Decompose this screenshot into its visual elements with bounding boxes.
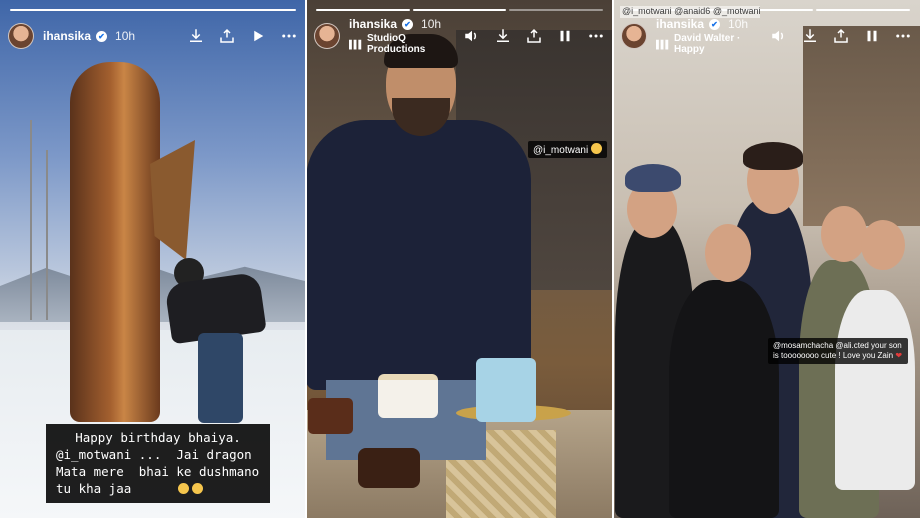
wooden-dragon-sculpture — [70, 62, 160, 422]
download-icon[interactable] — [801, 27, 819, 45]
laughing-emoji-icon — [192, 483, 204, 494]
pause-icon[interactable] — [556, 27, 574, 45]
stories-collage: ihansika ✔ 10h Happy birthday bhaiya. @i… — [0, 0, 920, 518]
story-progress — [316, 9, 604, 11]
story-controls — [770, 27, 912, 45]
bare-tree — [46, 150, 48, 320]
story-caption: Happy birthday bhaiya. @i_motwani ... Ja… — [46, 424, 270, 503]
username[interactable]: ihansika — [656, 17, 704, 31]
verified-badge-icon: ✔ — [402, 18, 414, 30]
caption-mention-line[interactable]: @i_motwani ... Jai dragon — [56, 446, 260, 463]
avatar[interactable] — [314, 23, 340, 49]
panel-divider — [612, 0, 614, 518]
story-progress — [10, 9, 296, 11]
share-icon[interactable] — [832, 27, 850, 45]
volume-icon[interactable] — [463, 27, 481, 45]
pause-icon[interactable] — [863, 27, 881, 45]
progress-segment — [412, 9, 507, 11]
family-group — [613, 140, 920, 518]
download-icon[interactable] — [494, 27, 512, 45]
caption-line: Mata mere bhai ke dushmano — [56, 464, 260, 479]
grimace-emoji-icon — [591, 143, 603, 154]
story-header: ihansika ✔ 10h ▌▌▌ StudioQ Productions — [314, 17, 605, 55]
blue-cake — [476, 358, 536, 422]
username[interactable]: ihansika — [43, 29, 91, 43]
share-icon[interactable] — [525, 27, 543, 45]
more-icon[interactable] — [587, 27, 605, 45]
verified-badge-icon: ✔ — [96, 30, 108, 42]
caption-line: Happy birthday bhaiya. — [75, 430, 241, 445]
timestamp: 10h — [115, 29, 136, 43]
username[interactable]: ihansika — [349, 17, 397, 31]
small-cake — [308, 398, 353, 434]
panel-divider — [305, 0, 307, 518]
more-icon[interactable] — [280, 27, 298, 45]
story-header: ihansika ✔ 10h — [8, 22, 298, 50]
timestamp: 10h — [728, 17, 749, 31]
download-icon[interactable] — [187, 27, 205, 45]
man-leaning — [164, 258, 267, 423]
heart-emoji-icon: ❤ — [895, 351, 903, 360]
laughing-emoji-icon — [178, 483, 190, 494]
progress-segment — [509, 9, 604, 11]
volume-icon[interactable] — [770, 27, 788, 45]
audio-bars-icon: ▌▌▌ — [349, 39, 364, 49]
bare-tree — [30, 120, 32, 320]
play-icon[interactable] — [249, 27, 267, 45]
avatar[interactable] — [8, 23, 34, 49]
chocolate-cake — [358, 448, 420, 488]
story-panel-2[interactable]: ihansika ✔ 10h ▌▌▌ StudioQ Productions — [306, 0, 613, 518]
caption-line: tu kha jaa — [56, 481, 132, 496]
share-icon[interactable] — [218, 27, 236, 45]
more-icon[interactable] — [894, 27, 912, 45]
story-header: ihansika ✔ 10h ▌▌▌ David Walter · Happy — [621, 17, 912, 55]
music-subtitle[interactable]: David Walter · Happy — [674, 33, 770, 55]
story-controls — [187, 27, 298, 45]
mention-sticker[interactable]: @i_motwani — [528, 141, 608, 158]
timestamp: 10h — [421, 17, 442, 31]
white-cake — [378, 374, 438, 418]
verified-badge-icon: ✔ — [709, 18, 721, 30]
avatar[interactable] — [621, 23, 647, 49]
story-controls — [463, 27, 605, 45]
progress-segment — [816, 9, 911, 11]
progress-segment — [10, 9, 296, 11]
story-panel-3[interactable]: ihansika ✔ 10h ▌▌▌ David Walter · Happy — [613, 0, 920, 518]
audio-bars-icon: ▌▌▌ — [656, 39, 671, 49]
music-subtitle[interactable]: StudioQ Productions — [367, 33, 463, 55]
top-mentions[interactable]: @i_motwani @anaid6 @_motwani — [620, 6, 760, 18]
progress-segment — [316, 9, 410, 11]
mention-sticker[interactable]: @mosamchacha @ali.cted your son is toooo… — [768, 338, 908, 364]
